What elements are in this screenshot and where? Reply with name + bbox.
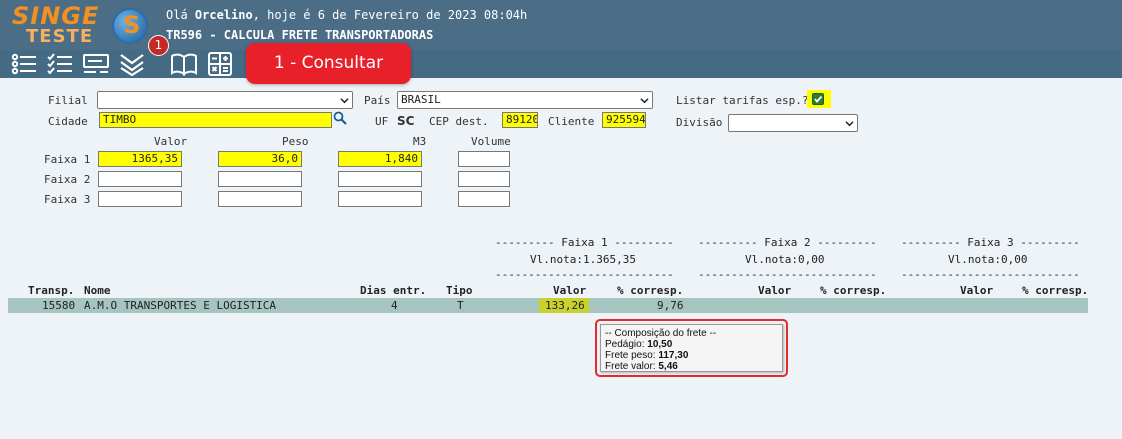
book-icon[interactable] bbox=[170, 52, 198, 76]
user-name: Orcelino bbox=[194, 8, 253, 22]
th-corresp-faixa1: % corresp. bbox=[617, 284, 684, 297]
faixa3-separator: --------------------------- bbox=[901, 268, 1080, 281]
filial-select[interactable] bbox=[97, 91, 353, 109]
greeting-suffix: , hoje é 6 de Fevereiro de 2023 08:04h bbox=[252, 8, 528, 22]
cidade-label: Cidade bbox=[48, 115, 88, 128]
faixa3-peso-input[interactable] bbox=[218, 191, 302, 207]
greeting: Olá Orcelino, hoje é 6 de Fevereiro de 2… bbox=[166, 8, 527, 22]
th-corresp-faixa3: % corresp. bbox=[1022, 284, 1089, 297]
faixa1-volume-input[interactable] bbox=[458, 151, 510, 167]
faixa1-m3-input[interactable]: 1,840 bbox=[338, 151, 422, 167]
frete-peso-value: 117,30 bbox=[658, 350, 689, 361]
th-nome: Nome bbox=[84, 284, 111, 297]
listar-tarifas-checkbox-wrap bbox=[807, 90, 831, 108]
uf-label: UF bbox=[375, 115, 389, 128]
frete-peso-line: Frete peso: 117,30 bbox=[605, 350, 778, 361]
listar-tarifas-label: Listar tarifas esp.? bbox=[676, 94, 809, 107]
faixa1-label: Faixa 1 bbox=[44, 153, 91, 166]
cell-nome: A.M.O TRANSPORTES E LOGISTICA bbox=[84, 299, 277, 312]
col-peso-header: Peso bbox=[282, 135, 309, 148]
step-badge: 1 bbox=[148, 35, 169, 56]
composition-tooltip-highlight: -- Composição do frete -- Pedágio: 10,50… bbox=[595, 319, 788, 377]
check-icon bbox=[814, 95, 823, 103]
cep-dest-input[interactable]: 89120 bbox=[502, 112, 538, 128]
th-tipo: Tipo bbox=[446, 284, 473, 297]
th-valor-faixa3: Valor bbox=[960, 284, 994, 297]
cliente-input[interactable]: 925594 bbox=[602, 112, 646, 128]
faixa3-volume-input[interactable] bbox=[458, 191, 510, 207]
screen-title: TR596 - CALCULA FRETE TRANSPORTADORAS bbox=[166, 28, 434, 42]
faixa3-summary-title: --------- Faixa 3 --------- bbox=[901, 236, 1080, 249]
frete-peso-label: Frete peso: bbox=[605, 350, 659, 361]
faixa3-valor-input[interactable] bbox=[98, 191, 182, 207]
pedagio-value: 10,50 bbox=[647, 339, 673, 350]
consultar-callout[interactable]: 1 - Consultar bbox=[246, 43, 411, 84]
s-globe-icon: S bbox=[112, 8, 148, 44]
th-transp: Transp. bbox=[28, 284, 75, 297]
table-row[interactable]: 15580 A.M.O TRANSPORTES E LOGISTICA 4 T … bbox=[8, 298, 1088, 313]
faixa1-separator: --------------------------- bbox=[495, 268, 674, 281]
faixa2-label: Faixa 2 bbox=[44, 173, 91, 186]
pais-value: BRASIL bbox=[401, 93, 441, 106]
filial-label: Filial bbox=[48, 94, 88, 107]
singe-logo: SINGE TESTE bbox=[12, 2, 104, 47]
col-m3-header: M3 bbox=[413, 135, 427, 148]
listar-tarifas-checkbox[interactable] bbox=[812, 93, 824, 105]
search-icon[interactable] bbox=[333, 111, 347, 125]
uf-value: SC bbox=[397, 114, 415, 128]
chevron-down-icon bbox=[340, 98, 349, 104]
faixa1-vlnota: Vl.nota:1.365,35 bbox=[530, 253, 636, 266]
toolbar bbox=[0, 50, 1122, 78]
frete-valor-line: Frete valor: 5,46 bbox=[605, 361, 778, 372]
th-valor-faixa2: Valor bbox=[758, 284, 792, 297]
faixa3-label: Faixa 3 bbox=[44, 193, 91, 206]
double-chevron-down-icon[interactable] bbox=[118, 52, 146, 77]
cell-dias-entr: 4 bbox=[391, 299, 398, 312]
th-valor-faixa1: Valor bbox=[553, 284, 587, 297]
pedagio-label: Pedágio: bbox=[605, 339, 648, 350]
checklist-icon[interactable] bbox=[46, 52, 74, 76]
faixa3-m3-input[interactable] bbox=[338, 191, 422, 207]
cliente-label: Cliente bbox=[548, 115, 595, 128]
faixa2-volume-input[interactable] bbox=[458, 171, 510, 187]
form-icon[interactable] bbox=[82, 52, 110, 76]
divisao-label: Divisão bbox=[676, 116, 723, 129]
composition-tooltip: -- Composição do frete -- Pedágio: 10,50… bbox=[600, 324, 783, 372]
frete-valor-label: Frete valor: bbox=[605, 361, 659, 372]
cell-corresp-faixa1: 9,76 bbox=[657, 299, 684, 312]
greeting-prefix: Olá bbox=[166, 8, 195, 22]
faixa3-vlnota: Vl.nota:0,00 bbox=[948, 253, 1028, 266]
faixa1-summary-title: --------- Faixa 1 --------- bbox=[495, 236, 674, 249]
cep-dest-label: CEP dest. bbox=[429, 115, 489, 128]
th-corresp-faixa2: % corresp. bbox=[820, 284, 887, 297]
faixa2-summary-title: --------- Faixa 2 --------- bbox=[698, 236, 877, 249]
faixa2-m3-input[interactable] bbox=[338, 171, 422, 187]
th-dias-entr: Dias entr. bbox=[360, 284, 427, 297]
faixa2-peso-input[interactable] bbox=[218, 171, 302, 187]
cell-transp: 15580 bbox=[42, 299, 76, 312]
composition-title: -- Composição do frete -- bbox=[605, 328, 717, 339]
col-volume-header: Volume bbox=[471, 135, 511, 148]
faixa1-valor-input[interactable]: 1365,35 bbox=[98, 151, 182, 167]
faixa2-vlnota: Vl.nota:0,00 bbox=[745, 253, 825, 266]
cidade-input[interactable]: TIMBO bbox=[99, 112, 332, 128]
divisao-select[interactable] bbox=[728, 114, 858, 132]
frete-valor-value: 5,46 bbox=[658, 361, 678, 372]
chevron-down-icon bbox=[845, 121, 854, 127]
pedagio-line: Pedágio: 10,50 bbox=[605, 339, 778, 350]
cell-tipo: T bbox=[457, 299, 464, 312]
faixa2-separator: --------------------------- bbox=[698, 268, 877, 281]
pais-label: País bbox=[364, 94, 391, 107]
pais-select[interactable]: BRASIL bbox=[397, 91, 653, 109]
s-globe-letter: S bbox=[123, 11, 141, 39]
cell-valor-faixa1[interactable]: 133,26 bbox=[545, 299, 585, 312]
list-icon[interactable] bbox=[10, 52, 38, 76]
chevron-down-icon bbox=[640, 98, 649, 104]
calculator-icon[interactable] bbox=[206, 52, 234, 76]
col-valor-header: Valor bbox=[154, 135, 188, 148]
faixa2-valor-input[interactable] bbox=[98, 171, 182, 187]
logo-line2: TESTE bbox=[26, 26, 94, 47]
faixa1-peso-input[interactable]: 36,0 bbox=[218, 151, 302, 167]
